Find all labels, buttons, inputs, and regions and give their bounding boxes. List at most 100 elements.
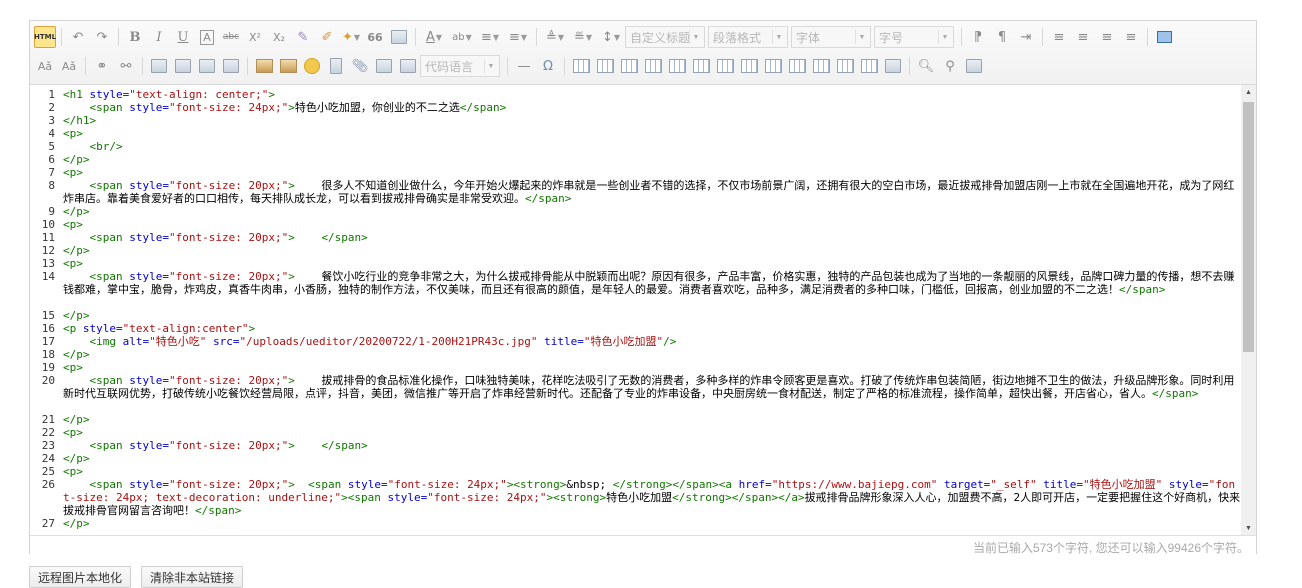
simple-upload-icon[interactable] bbox=[253, 55, 275, 77]
font-color-icon[interactable]: A ▼ bbox=[421, 26, 447, 48]
line-number: 6 bbox=[48, 153, 55, 166]
strikethrough-icon[interactable]: abc bbox=[220, 26, 242, 48]
vertical-scrollbar[interactable]: ▲ ▼ bbox=[1241, 85, 1256, 535]
insert-frame-icon[interactable] bbox=[373, 55, 395, 77]
fullscreen-icon[interactable] bbox=[1153, 26, 1175, 48]
horizontal-rule-icon[interactable]: — bbox=[513, 55, 535, 77]
word-count-bar: 当前已输入573个字符, 您还可以输入99426个字符。 bbox=[30, 535, 1256, 555]
image-none-icon[interactable] bbox=[148, 55, 170, 77]
line-number: 19 bbox=[41, 361, 55, 374]
auto-typeset-icon[interactable]: ✦ ▼ bbox=[340, 26, 362, 48]
source-code-area[interactable]: 1 2 3 4 5 6 7 8 9 10 11 12 13 14 15 16 17 18 19 20 21 22 23 24 2… bbox=[30, 85, 1256, 535]
paragraph-format-select[interactable]: 段落格式 ▼ bbox=[708, 26, 788, 48]
delete-table-icon[interactable] bbox=[594, 55, 616, 77]
paste-plain-icon[interactable] bbox=[388, 26, 410, 48]
merge-down-icon[interactable] bbox=[786, 55, 808, 77]
emotion-icon[interactable] bbox=[301, 55, 323, 77]
code-language-select[interactable]: 代码语言 ▼ bbox=[420, 55, 500, 77]
to-uppercase-icon[interactable]: Aǎ bbox=[34, 55, 56, 77]
underline-icon[interactable]: U bbox=[172, 26, 194, 48]
code-line: <p> bbox=[63, 257, 83, 270]
paragraph-spacing-top-icon[interactable]: ≜ ▼ bbox=[542, 26, 568, 48]
toolbar-separator bbox=[536, 28, 537, 46]
paragraph-spacing-bottom-icon[interactable]: ≝ ▼ bbox=[570, 26, 596, 48]
image-right-icon[interactable] bbox=[196, 55, 218, 77]
align-left-icon[interactable]: ≡ bbox=[1048, 26, 1070, 48]
code-line: <p> bbox=[63, 465, 83, 478]
merge-right-icon[interactable] bbox=[762, 55, 784, 77]
unordered-list-icon[interactable]: ≡ ▼ bbox=[505, 26, 531, 48]
code-line: </p> bbox=[63, 309, 90, 322]
code-line: <span style="font-size: 24px;">特色小吃加盟，你创… bbox=[63, 101, 507, 114]
toolbar-separator bbox=[415, 28, 416, 46]
chart-icon[interactable] bbox=[882, 55, 904, 77]
line-number: 16 bbox=[41, 322, 55, 335]
line-height-icon[interactable]: ↕ ▼ bbox=[598, 26, 624, 48]
search-replace-icon[interactable]: ⚲ bbox=[939, 55, 961, 77]
code-line: <p> bbox=[63, 426, 83, 439]
template-icon[interactable] bbox=[963, 55, 985, 77]
remove-format-icon[interactable]: ✐ bbox=[316, 26, 338, 48]
insert-col-icon[interactable] bbox=[690, 55, 712, 77]
unlink-icon[interactable]: ⚯ bbox=[115, 55, 137, 77]
align-right-icon[interactable]: ≡ bbox=[1096, 26, 1118, 48]
split-to-rows-icon[interactable] bbox=[834, 55, 856, 77]
font-border-icon[interactable]: A bbox=[196, 26, 218, 48]
format-match-icon[interactable]: ✎ bbox=[292, 26, 314, 48]
code-line: <p style="text-align:center"> bbox=[63, 322, 256, 335]
superscript-icon[interactable]: X² bbox=[244, 26, 266, 48]
insert-video-icon[interactable] bbox=[325, 55, 347, 77]
image-center-icon[interactable] bbox=[220, 55, 242, 77]
delete-col-icon[interactable] bbox=[714, 55, 736, 77]
background-color-icon[interactable]: ab ▼ bbox=[449, 26, 475, 48]
code-icon[interactable] bbox=[397, 55, 419, 77]
insert-table-icon[interactable] bbox=[570, 55, 592, 77]
code-line: <p> bbox=[63, 361, 83, 374]
ordered-list-icon[interactable]: ≡ ▼ bbox=[477, 26, 503, 48]
scrollbar-thumb[interactable] bbox=[1243, 102, 1254, 352]
line-number: 3 bbox=[48, 114, 55, 127]
code-line: <h1 style="text-align: center;"> bbox=[63, 88, 275, 101]
redo-icon[interactable]: ↷ bbox=[91, 26, 113, 48]
subscript-icon[interactable]: X₂ bbox=[268, 26, 290, 48]
indent-icon[interactable]: ⇥ bbox=[1015, 26, 1037, 48]
to-lowercase-icon[interactable]: Aǎ bbox=[58, 55, 80, 77]
rtl-direction-icon[interactable]: ¶ bbox=[991, 26, 1013, 48]
merge-cells-icon[interactable] bbox=[738, 55, 760, 77]
html-source-button[interactable]: HTML bbox=[34, 26, 56, 48]
link-icon[interactable]: ⚭ bbox=[91, 55, 113, 77]
attachment-icon[interactable]: 📎︎ bbox=[349, 55, 371, 77]
word-count-text: 当前已输入573个字符, 您还可以输入99426个字符。 bbox=[972, 541, 1249, 555]
insert-image-icon[interactable] bbox=[277, 55, 299, 77]
toolbar-separator bbox=[909, 57, 910, 75]
font-family-select[interactable]: 字体 ▼ bbox=[791, 26, 871, 48]
line-number: 27 bbox=[41, 517, 55, 530]
toolbar-separator bbox=[564, 57, 565, 75]
italic-icon[interactable]: I bbox=[148, 26, 170, 48]
clear-external-links-button[interactable]: 清除非本站链接 bbox=[141, 566, 244, 588]
custom-title-select[interactable]: 自定义标题 ▼ bbox=[625, 26, 705, 48]
split-to-cols-icon[interactable] bbox=[858, 55, 880, 77]
delete-row-icon[interactable] bbox=[666, 55, 688, 77]
code-line: </p> bbox=[63, 413, 90, 426]
ltr-direction-icon[interactable]: ⁋ bbox=[967, 26, 989, 48]
line-number: 2 bbox=[48, 101, 55, 114]
toolbar-separator bbox=[507, 57, 508, 75]
blockquote-icon[interactable]: 66 bbox=[364, 26, 386, 48]
special-chars-icon[interactable]: Ω bbox=[537, 55, 559, 77]
bold-icon[interactable]: B bbox=[124, 26, 146, 48]
scroll-down-arrow-icon[interactable]: ▼ bbox=[1241, 521, 1256, 535]
localize-remote-images-button[interactable]: 远程图片本地化 bbox=[29, 566, 132, 588]
insert-paragraph-before-table-icon[interactable] bbox=[618, 55, 640, 77]
scroll-up-arrow-icon[interactable]: ▲ bbox=[1241, 85, 1256, 99]
toolbar-separator bbox=[1147, 28, 1148, 46]
line-number: 4 bbox=[48, 127, 55, 140]
image-left-icon[interactable] bbox=[172, 55, 194, 77]
split-to-cells-icon[interactable] bbox=[810, 55, 832, 77]
undo-icon[interactable]: ↶ bbox=[67, 26, 89, 48]
align-justify-icon[interactable]: ≡ bbox=[1120, 26, 1142, 48]
insert-row-icon[interactable] bbox=[642, 55, 664, 77]
font-size-select[interactable]: 字号 ▼ bbox=[874, 26, 954, 48]
align-center-icon[interactable]: ≡ bbox=[1072, 26, 1094, 48]
print-preview-icon[interactable]: 🔍︎ bbox=[915, 55, 937, 77]
